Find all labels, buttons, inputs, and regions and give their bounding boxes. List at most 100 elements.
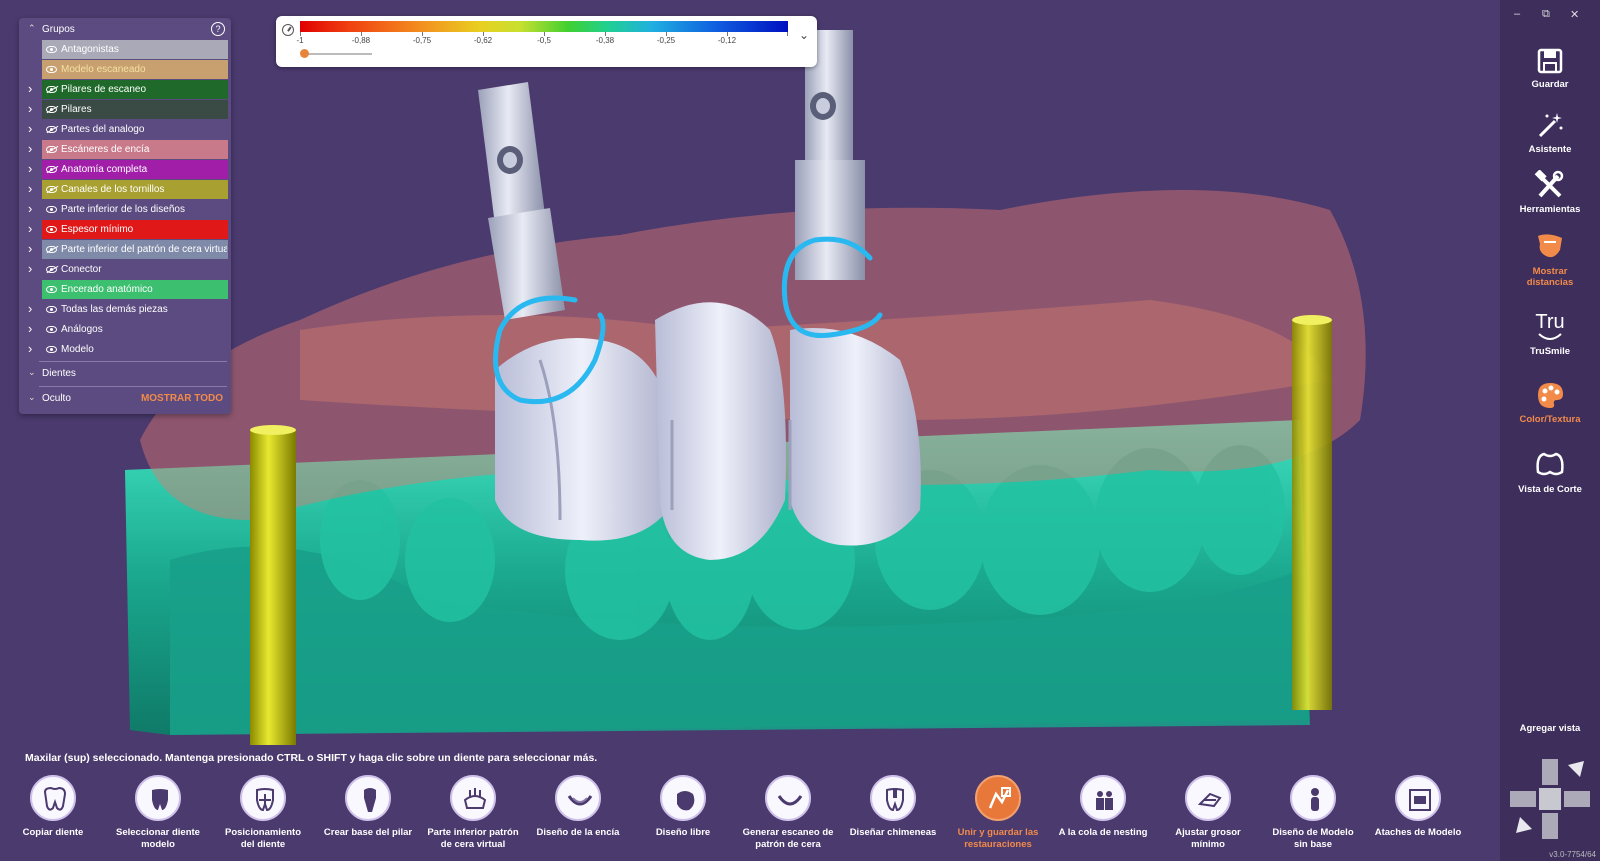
gauge-icon[interactable] xyxy=(282,24,294,36)
toolbar-button-tooth-position[interactable]: Posicionamiento del diente xyxy=(213,775,313,860)
restore-icon[interactable]: ⧉ xyxy=(1542,8,1550,21)
toolbar-button-model-attach[interactable]: Ataches de Modelo xyxy=(1368,775,1468,860)
add-view-button[interactable]: Agregar vista xyxy=(1500,723,1600,734)
group-row[interactable]: › Parte inferior del patrón de cera virtu… xyxy=(22,240,228,260)
group-row[interactable]: Antagonistas xyxy=(22,40,228,60)
toolbar-button-abutment-base[interactable]: Crear base del pilar xyxy=(318,775,418,860)
chevron-right-icon[interactable]: › xyxy=(28,181,32,196)
chevron-right-icon[interactable]: › xyxy=(28,321,32,336)
toolbar-label-line1: Diseño libre xyxy=(655,827,711,838)
assistant-label: Asistente xyxy=(1528,144,1572,155)
chevron-right-icon[interactable]: › xyxy=(28,221,32,236)
group-row[interactable]: › Escáneres de encía xyxy=(22,140,228,160)
group-label: Todas las demás piezas xyxy=(61,304,168,315)
group-row[interactable]: › Análogos xyxy=(22,320,228,340)
scale-slider-track[interactable] xyxy=(302,53,372,55)
trusmile-button[interactable]: Tru TruSmile xyxy=(1500,312,1600,357)
chevron-right-icon[interactable]: › xyxy=(28,301,32,316)
cut-view-button[interactable]: Vista de Corte xyxy=(1500,450,1600,495)
eye-off-icon[interactable] xyxy=(46,126,57,133)
eye-off-icon[interactable] xyxy=(46,86,57,93)
minimize-icon[interactable]: – xyxy=(1514,8,1520,20)
chevron-right-icon[interactable]: › xyxy=(28,341,32,356)
tools-button[interactable]: Herramientas xyxy=(1500,170,1600,215)
toolbar-button-copy-tooth[interactable]: Copiar diente xyxy=(3,775,103,860)
eye-icon[interactable] xyxy=(46,226,57,233)
eye-off-icon[interactable] xyxy=(46,186,57,193)
group-row[interactable]: › Modelo xyxy=(22,340,228,360)
hidden-section[interactable]: ⌄ Oculto MOSTRAR TODO xyxy=(19,388,231,408)
toolbar-button-gingiva[interactable]: Diseño de la encía xyxy=(528,775,628,860)
eye-icon[interactable] xyxy=(46,326,57,333)
save-label: Guardar xyxy=(1531,79,1569,90)
eye-off-icon[interactable] xyxy=(46,246,57,253)
wax-scan-icon xyxy=(765,775,811,821)
eye-off-icon[interactable] xyxy=(46,106,57,113)
group-label: Modelo xyxy=(61,344,94,355)
group-row[interactable]: › Partes del analogo xyxy=(22,120,228,140)
group-row[interactable]: › Todas las demás piezas xyxy=(22,300,228,320)
toolbar-button-select-tooth[interactable]: Seleccionar diente modelo xyxy=(108,775,208,860)
group-row[interactable]: › Conector xyxy=(22,260,228,280)
chevron-down-icon[interactable]: ⌄ xyxy=(28,392,36,403)
save-button[interactable]: Guardar xyxy=(1500,47,1600,90)
group-row[interactable]: › Espesor mínimo xyxy=(22,220,228,240)
scale-slider-knob[interactable] xyxy=(300,49,309,58)
group-row[interactable]: › Pilares xyxy=(22,100,228,120)
toolbar-label-line1: Crear base del pilar xyxy=(323,827,413,838)
toolbar-label-line1: Unir y guardar las xyxy=(957,827,1039,838)
chevron-right-icon[interactable]: › xyxy=(28,241,32,256)
show-all-button[interactable]: MOSTRAR TODO xyxy=(141,393,223,404)
toolbar-label: Generar escaneo de patrón de cera xyxy=(738,827,838,851)
toolbar-button-wax-bottom[interactable]: Parte inferior patrón de cera virtual xyxy=(423,775,523,860)
eye-icon[interactable] xyxy=(46,206,57,213)
chevron-right-icon[interactable]: › xyxy=(28,261,32,276)
toolbar-button-nesting[interactable]: A la cola de nesting xyxy=(1053,775,1153,860)
toolbar-button-merge-save[interactable]: Unir y guardar las restauraciones xyxy=(948,775,1048,860)
group-row[interactable]: › Anatomía completa xyxy=(22,160,228,180)
toolbar-button-chimney[interactable]: Diseñar chimeneas xyxy=(843,775,943,860)
chevron-right-icon[interactable]: › xyxy=(28,161,32,176)
chevron-right-icon[interactable]: › xyxy=(28,201,32,216)
chevron-down-icon[interactable]: ⌄ xyxy=(799,28,809,42)
close-icon[interactable]: ✕ xyxy=(1570,8,1579,21)
toolbar-label-line1: Parte inferior patrón xyxy=(427,827,519,838)
toolbar-label: Seleccionar diente modelo xyxy=(108,827,208,851)
toolbar-button-wax-scan[interactable]: Generar escaneo de patrón de cera xyxy=(738,775,838,860)
toolbar-button-free-design[interactable]: Diseño libre xyxy=(633,775,733,860)
group-row[interactable]: › Pilares de escaneo xyxy=(22,80,228,100)
navigation-cube-icon[interactable] xyxy=(1508,757,1592,841)
group-row[interactable]: › Canales de los tornillos xyxy=(22,180,228,200)
model-attach-icon xyxy=(1395,775,1441,821)
toolbar-button-baseless-model[interactable]: Diseño de Modelo sin base xyxy=(1263,775,1363,860)
chevron-right-icon[interactable]: › xyxy=(28,81,32,96)
group-row[interactable]: Encerado anatómico xyxy=(22,280,228,300)
chevron-right-icon[interactable]: › xyxy=(28,141,32,156)
chevron-right-icon[interactable]: › xyxy=(28,101,32,116)
group-label: Encerado anatómico xyxy=(61,284,153,295)
eye-icon[interactable] xyxy=(46,46,57,53)
teeth-section[interactable]: ⌄ Dientes xyxy=(19,363,231,383)
eye-off-icon[interactable] xyxy=(46,166,57,173)
show-distances-button[interactable]: Mostrar distancias xyxy=(1500,230,1600,288)
group-row[interactable]: Modelo escaneado xyxy=(22,60,228,80)
group-label: Análogos xyxy=(61,324,103,335)
group-label: Pilares de escaneo xyxy=(61,84,147,95)
toolbar-button-thickness[interactable]: Ajustar grosor mínimo xyxy=(1158,775,1258,860)
chevron-up-icon[interactable]: ⌃ xyxy=(28,23,36,34)
help-icon[interactable]: ? xyxy=(211,22,225,36)
color-texture-button[interactable]: Color/Textura xyxy=(1500,380,1600,425)
eye-off-icon[interactable] xyxy=(46,146,57,153)
group-row[interactable]: › Parte inferior de los diseños xyxy=(22,200,228,220)
assistant-button[interactable]: Asistente xyxy=(1500,110,1600,155)
eye-icon[interactable] xyxy=(46,346,57,353)
chevron-down-icon[interactable]: ⌄ xyxy=(28,367,36,378)
eye-off-icon[interactable] xyxy=(46,266,57,273)
groups-header[interactable]: ⌃ Grupos ? xyxy=(19,18,231,40)
eye-icon[interactable] xyxy=(46,66,57,73)
toolbar-label: Diseñar chimeneas xyxy=(843,827,943,839)
toolbar-label-line2: de cera virtual xyxy=(440,839,506,850)
eye-icon[interactable] xyxy=(46,306,57,313)
eye-icon[interactable] xyxy=(46,286,57,293)
chevron-right-icon[interactable]: › xyxy=(28,121,32,136)
